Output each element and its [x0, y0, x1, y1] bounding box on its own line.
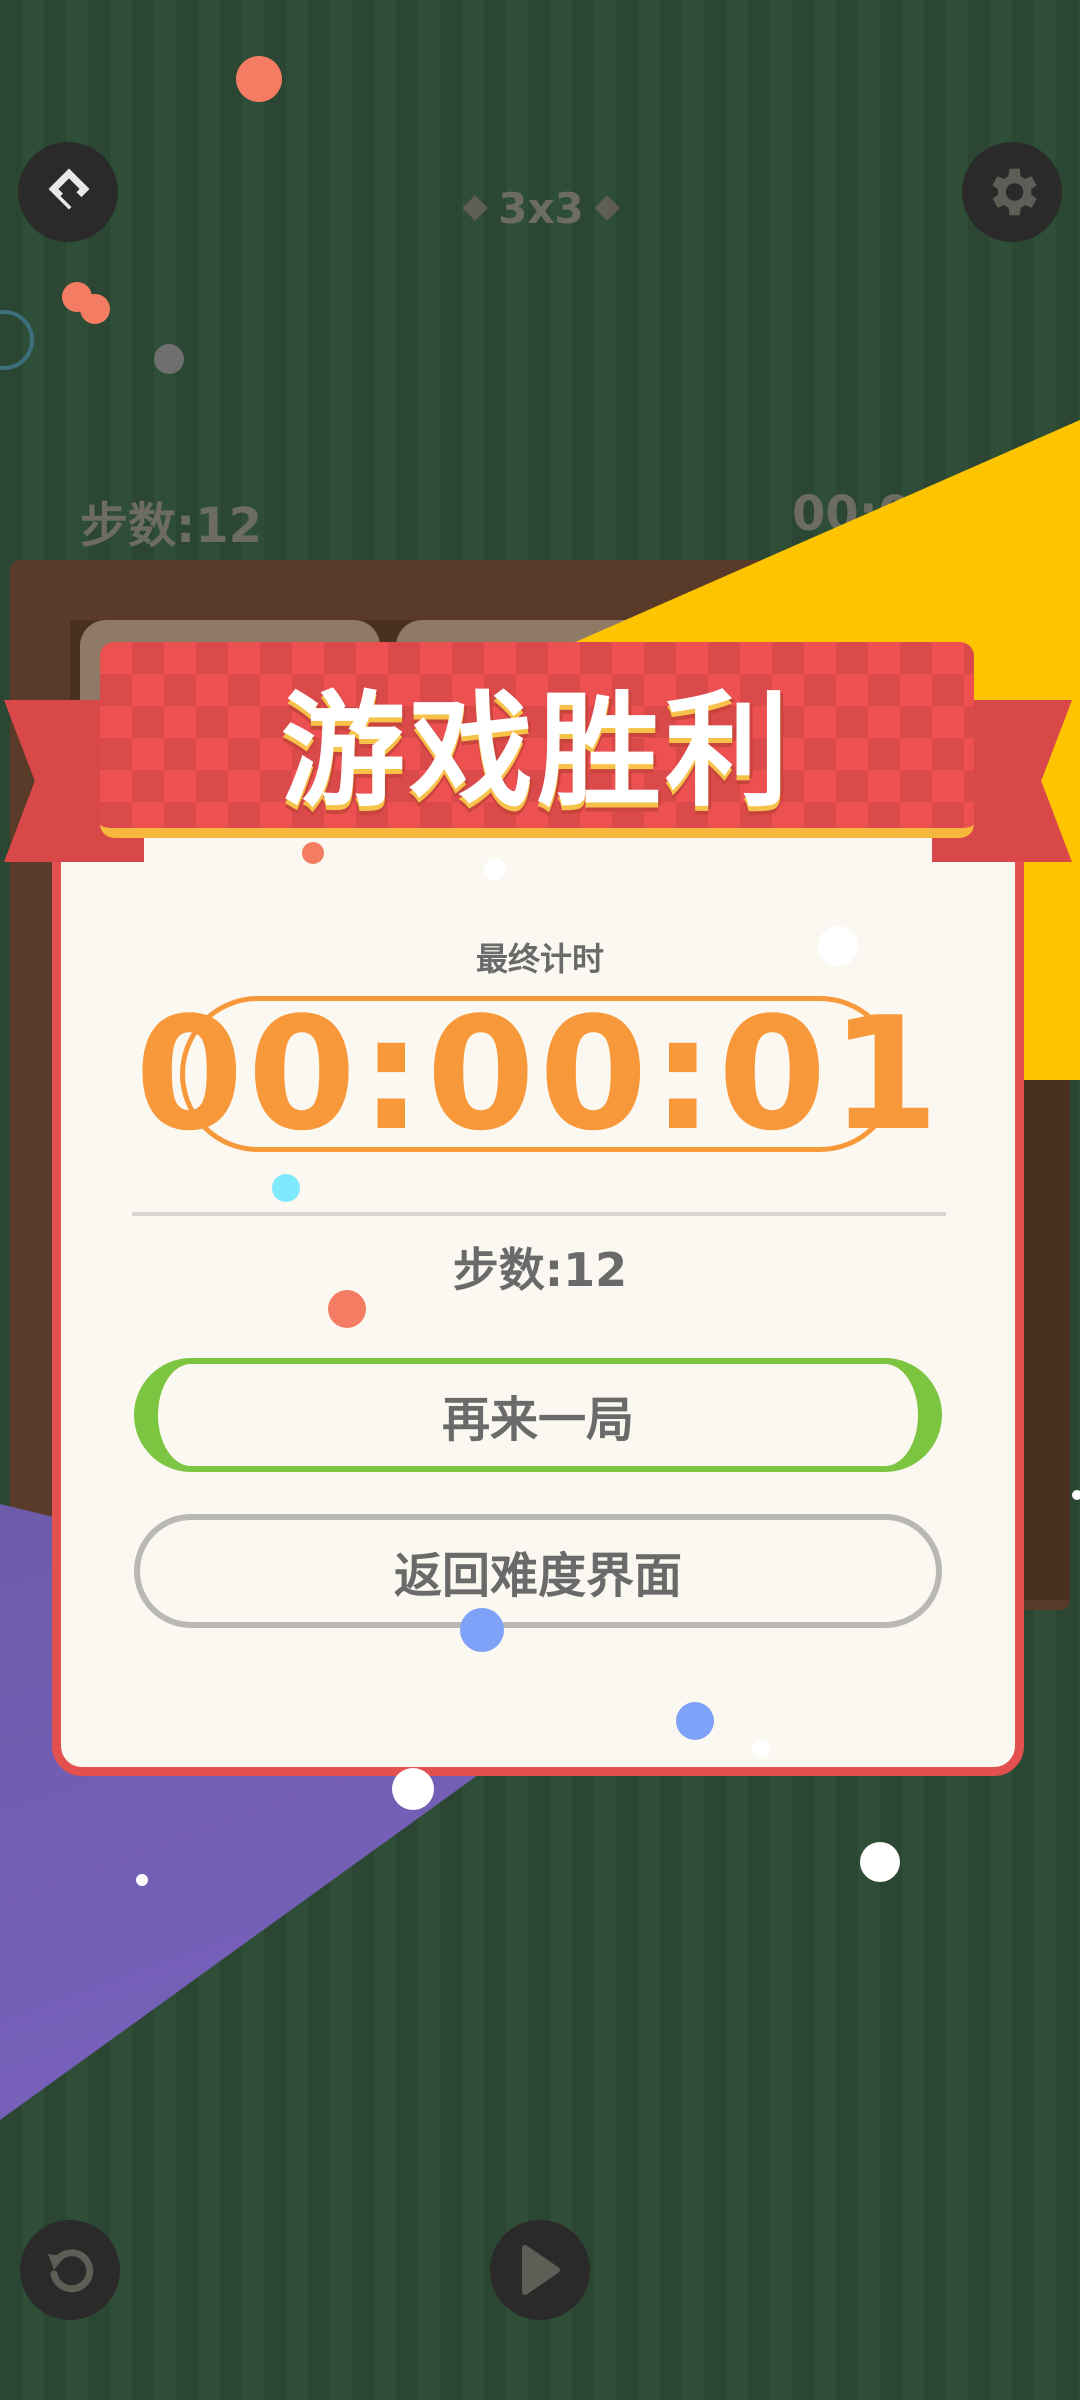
confetti-dot: [818, 926, 858, 966]
mode-indicator: 3x3: [456, 178, 626, 238]
confetti-dot: [328, 1290, 366, 1328]
final-time-display: 00:00:01: [135, 996, 939, 1152]
confetti-dot: [302, 842, 324, 864]
confetti-dot: [752, 1740, 770, 1758]
final-time-label: 最终计时: [475, 940, 604, 978]
diamond-icon: [594, 195, 620, 221]
replay-button[interactable]: 再来一局: [134, 1358, 942, 1472]
restart-icon: [48, 2249, 94, 2293]
settings-button[interactable]: [962, 142, 1062, 242]
confetti-dot: [460, 1608, 504, 1652]
restart-button[interactable]: [20, 2220, 120, 2320]
back-icon: [48, 168, 90, 214]
play-icon: [522, 2245, 560, 2295]
confetti-dot: [1072, 1490, 1080, 1500]
steps-counter: 步数:12: [80, 498, 262, 554]
confetti-dot: [80, 294, 110, 324]
final-time-value: 00:00:01: [134, 983, 944, 1165]
back-button[interactable]: [18, 142, 118, 242]
confetti-dot: [484, 858, 506, 880]
back-to-difficulty-button[interactable]: 返回难度界面: [134, 1514, 942, 1628]
confetti-dot: [272, 1174, 300, 1202]
replay-button-label: 再来一局: [441, 1392, 634, 1448]
play-button[interactable]: [490, 2220, 590, 2320]
mode-label: 3x3: [498, 183, 584, 233]
settings-icon: [992, 168, 1037, 216]
final-steps: 步数:12: [452, 1243, 628, 1297]
back-to-difficulty-label: 返回难度界面: [393, 1548, 682, 1604]
confetti-dot: [236, 56, 282, 102]
victory-title: 游戏胜利: [280, 680, 793, 824]
confetti-dot: [154, 344, 184, 374]
diamond-icon: [462, 195, 488, 221]
confetti-dot: [136, 1874, 148, 1886]
confetti-dot: [392, 1768, 434, 1810]
confetti-dot: [860, 1842, 900, 1882]
confetti-dot: [676, 1702, 714, 1740]
divider: [132, 1212, 946, 1216]
